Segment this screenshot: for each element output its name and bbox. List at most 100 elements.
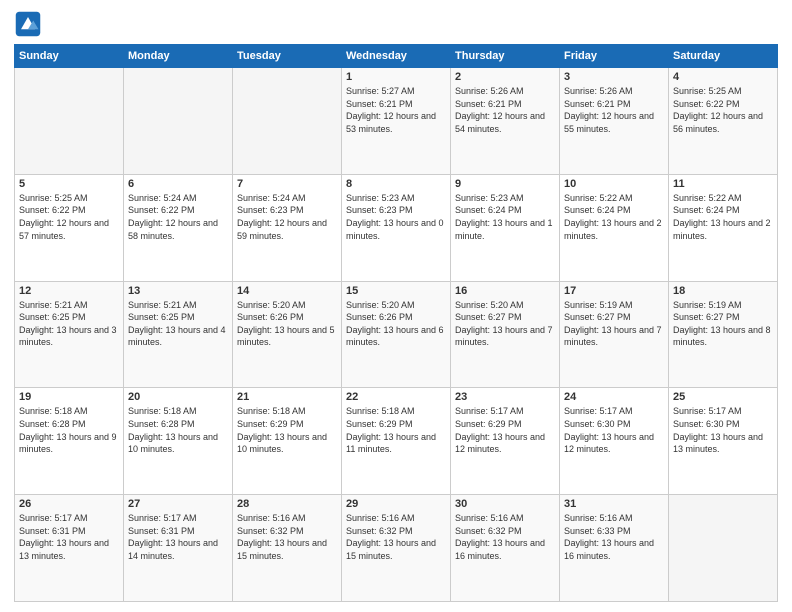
day-cell: 28 Sunrise: 5:16 AMSunset: 6:32 PMDayligh… xyxy=(233,495,342,602)
day-number: 10 xyxy=(564,178,664,190)
weekday-header-saturday: Saturday xyxy=(669,45,778,68)
day-cell: 6 Sunrise: 5:24 AMSunset: 6:22 PMDaylight… xyxy=(124,174,233,281)
day-info: Sunrise: 5:24 AMSunset: 6:23 PMDaylight:… xyxy=(237,192,337,242)
week-row-2: 5 Sunrise: 5:25 AMSunset: 6:22 PMDaylight… xyxy=(15,174,778,281)
day-cell xyxy=(233,68,342,175)
day-info: Sunrise: 5:16 AMSunset: 6:32 PMDaylight:… xyxy=(455,512,555,562)
day-cell: 2 Sunrise: 5:26 AMSunset: 6:21 PMDaylight… xyxy=(451,68,560,175)
day-cell: 25 Sunrise: 5:17 AMSunset: 6:30 PMDayligh… xyxy=(669,388,778,495)
day-number: 1 xyxy=(346,71,446,83)
day-info: Sunrise: 5:22 AMSunset: 6:24 PMDaylight:… xyxy=(673,192,773,242)
week-row-5: 26 Sunrise: 5:17 AMSunset: 6:31 PMDayligh… xyxy=(15,495,778,602)
weekday-header-row: SundayMondayTuesdayWednesdayThursdayFrid… xyxy=(15,45,778,68)
weekday-header-monday: Monday xyxy=(124,45,233,68)
weekday-header-sunday: Sunday xyxy=(15,45,124,68)
day-cell: 9Sunrise: 5:23 AMSunset: 6:24 PMDaylight… xyxy=(451,174,560,281)
day-info: Sunrise: 5:17 AMSunset: 6:30 PMDaylight:… xyxy=(564,405,664,455)
day-cell: 20 Sunrise: 5:18 AMSunset: 6:28 PMDayligh… xyxy=(124,388,233,495)
day-number: 11 xyxy=(673,178,773,190)
day-info: Sunrise: 5:21 AMSunset: 6:25 PMDaylight:… xyxy=(19,299,119,349)
weekday-header-tuesday: Tuesday xyxy=(233,45,342,68)
day-info: Sunrise: 5:16 AMSunset: 6:32 PMDaylight:… xyxy=(237,512,337,562)
day-number: 29 xyxy=(346,498,446,510)
day-info: Sunrise: 5:17 AMSunset: 6:31 PMDaylight:… xyxy=(128,512,228,562)
day-number: 17 xyxy=(564,285,664,297)
day-cell xyxy=(15,68,124,175)
day-cell: 7 Sunrise: 5:24 AMSunset: 6:23 PMDaylight… xyxy=(233,174,342,281)
day-number: 16 xyxy=(455,285,555,297)
day-cell: 13Sunrise: 5:21 AMSunset: 6:25 PMDayligh… xyxy=(124,281,233,388)
day-info: Sunrise: 5:17 AMSunset: 6:31 PMDaylight:… xyxy=(19,512,119,562)
weekday-header-wednesday: Wednesday xyxy=(342,45,451,68)
day-number: 28 xyxy=(237,498,337,510)
calendar-table: SundayMondayTuesdayWednesdayThursdayFrid… xyxy=(14,44,778,602)
day-cell xyxy=(124,68,233,175)
day-number: 19 xyxy=(19,391,119,403)
day-number: 7 xyxy=(237,178,337,190)
day-number: 8 xyxy=(346,178,446,190)
day-cell: 29Sunrise: 5:16 AMSunset: 6:32 PMDayligh… xyxy=(342,495,451,602)
day-cell: 15Sunrise: 5:20 AMSunset: 6:26 PMDayligh… xyxy=(342,281,451,388)
day-info: Sunrise: 5:22 AMSunset: 6:24 PMDaylight:… xyxy=(564,192,664,242)
day-info: Sunrise: 5:25 AMSunset: 6:22 PMDaylight:… xyxy=(673,85,773,135)
day-info: Sunrise: 5:18 AMSunset: 6:29 PMDaylight:… xyxy=(346,405,446,455)
day-cell: 19 Sunrise: 5:18 AMSunset: 6:28 PMDayligh… xyxy=(15,388,124,495)
day-info: Sunrise: 5:20 AMSunset: 6:26 PMDaylight:… xyxy=(237,299,337,349)
day-number: 4 xyxy=(673,71,773,83)
day-cell: 24 Sunrise: 5:17 AMSunset: 6:30 PMDayligh… xyxy=(560,388,669,495)
day-number: 14 xyxy=(237,285,337,297)
day-cell: 21 Sunrise: 5:18 AMSunset: 6:29 PMDayligh… xyxy=(233,388,342,495)
day-number: 22 xyxy=(346,391,446,403)
day-number: 18 xyxy=(673,285,773,297)
day-info: Sunrise: 5:20 AMSunset: 6:26 PMDaylight:… xyxy=(346,299,446,349)
day-cell: 26 Sunrise: 5:17 AMSunset: 6:31 PMDayligh… xyxy=(15,495,124,602)
day-number: 30 xyxy=(455,498,555,510)
day-cell: 16 Sunrise: 5:20 AMSunset: 6:27 PMDayligh… xyxy=(451,281,560,388)
weekday-header-friday: Friday xyxy=(560,45,669,68)
day-cell: 22 Sunrise: 5:18 AMSunset: 6:29 PMDayligh… xyxy=(342,388,451,495)
day-cell: 30 Sunrise: 5:16 AMSunset: 6:32 PMDayligh… xyxy=(451,495,560,602)
day-info: Sunrise: 5:26 AMSunset: 6:21 PMDaylight:… xyxy=(455,85,555,135)
day-info: Sunrise: 5:18 AMSunset: 6:28 PMDaylight:… xyxy=(19,405,119,455)
day-cell: 3 Sunrise: 5:26 AMSunset: 6:21 PMDaylight… xyxy=(560,68,669,175)
day-info: Sunrise: 5:26 AMSunset: 6:21 PMDaylight:… xyxy=(564,85,664,135)
day-number: 21 xyxy=(237,391,337,403)
day-info: Sunrise: 5:18 AMSunset: 6:28 PMDaylight:… xyxy=(128,405,228,455)
week-row-3: 12Sunrise: 5:21 AMSunset: 6:25 PMDayligh… xyxy=(15,281,778,388)
day-info: Sunrise: 5:19 AMSunset: 6:27 PMDaylight:… xyxy=(673,299,773,349)
day-cell: 12Sunrise: 5:21 AMSunset: 6:25 PMDayligh… xyxy=(15,281,124,388)
day-info: Sunrise: 5:16 AMSunset: 6:33 PMDaylight:… xyxy=(564,512,664,562)
weekday-header-thursday: Thursday xyxy=(451,45,560,68)
day-number: 9 xyxy=(455,178,555,190)
day-info: Sunrise: 5:25 AMSunset: 6:22 PMDaylight:… xyxy=(19,192,119,242)
week-row-1: 1Sunrise: 5:27 AMSunset: 6:21 PMDaylight… xyxy=(15,68,778,175)
calendar-page: SundayMondayTuesdayWednesdayThursdayFrid… xyxy=(0,0,792,612)
day-info: Sunrise: 5:17 AMSunset: 6:30 PMDaylight:… xyxy=(673,405,773,455)
day-cell: 27 Sunrise: 5:17 AMSunset: 6:31 PMDayligh… xyxy=(124,495,233,602)
day-cell: 17Sunrise: 5:19 AMSunset: 6:27 PMDayligh… xyxy=(560,281,669,388)
day-info: Sunrise: 5:17 AMSunset: 6:29 PMDaylight:… xyxy=(455,405,555,455)
day-number: 3 xyxy=(564,71,664,83)
day-number: 20 xyxy=(128,391,228,403)
header xyxy=(14,10,778,38)
day-number: 23 xyxy=(455,391,555,403)
week-row-4: 19 Sunrise: 5:18 AMSunset: 6:28 PMDayligh… xyxy=(15,388,778,495)
day-number: 5 xyxy=(19,178,119,190)
day-info: Sunrise: 5:20 AMSunset: 6:27 PMDaylight:… xyxy=(455,299,555,349)
day-cell: 31Sunrise: 5:16 AMSunset: 6:33 PMDayligh… xyxy=(560,495,669,602)
day-cell xyxy=(669,495,778,602)
day-number: 2 xyxy=(455,71,555,83)
logo-icon xyxy=(14,10,42,38)
day-number: 26 xyxy=(19,498,119,510)
day-number: 25 xyxy=(673,391,773,403)
day-cell: 14 Sunrise: 5:20 AMSunset: 6:26 PMDayligh… xyxy=(233,281,342,388)
day-info: Sunrise: 5:18 AMSunset: 6:29 PMDaylight:… xyxy=(237,405,337,455)
day-number: 27 xyxy=(128,498,228,510)
day-cell: 4 Sunrise: 5:25 AMSunset: 6:22 PMDaylight… xyxy=(669,68,778,175)
day-number: 13 xyxy=(128,285,228,297)
day-cell: 10 Sunrise: 5:22 AMSunset: 6:24 PMDayligh… xyxy=(560,174,669,281)
day-number: 6 xyxy=(128,178,228,190)
day-info: Sunrise: 5:24 AMSunset: 6:22 PMDaylight:… xyxy=(128,192,228,242)
day-cell: 8Sunrise: 5:23 AMSunset: 6:23 PMDaylight… xyxy=(342,174,451,281)
day-number: 24 xyxy=(564,391,664,403)
